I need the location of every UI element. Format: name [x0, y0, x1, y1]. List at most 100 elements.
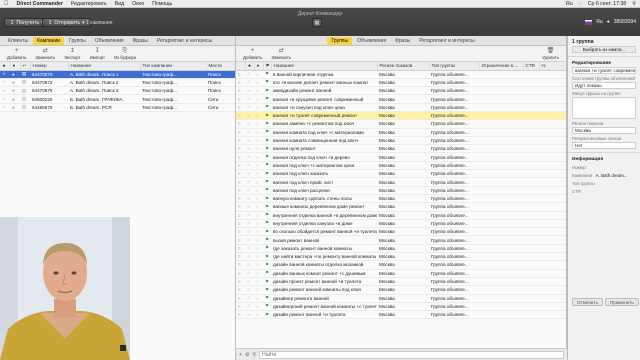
layout-toggle-button[interactable]: ▦ [312, 18, 322, 27]
icon-column-header[interactable]: ↵ [20, 62, 31, 71]
table-row[interactable]: ≡ ☆ ○ ⚑ дизайн ванной комнаты отделка мозаик… [236, 260, 566, 270]
table-row[interactable]: ≡ ☆ ○ ⚑ где найти мастера +по ремонту ванной… [236, 252, 566, 262]
table-row[interactable]: ≡ ☆ ○ ⚑ ванная комната под ключ +с материала… [236, 128, 566, 137]
tab-ads-center[interactable]: Объявления [353, 37, 390, 45]
menu-window[interactable]: Окно [132, 1, 144, 7]
table-row[interactable]: ≡ ☆ ○ ⚑ ванная +и санузел под ключ цена Москв… [236, 103, 566, 113]
table-row[interactable]: ≡ ☆ ○ ⚑ ванная под ключ расценки Москва Группа… [236, 186, 566, 195]
table-row[interactable]: ≡ ☆ ○ ⚑ внутренняя отделка санузла +в доме Мо… [236, 219, 566, 229]
table-row[interactable]: ≡ ☆ ○ ⚑ ванную комнату сделать стены полы Мос… [236, 194, 566, 204]
table-row[interactable]: ≡ ☆ ○ ⚑ вызов ремонт ванной Москва Группа объя… [236, 235, 566, 245]
table-row[interactable]: ≡ ☆ ○ ⚑ дизайн проект ремонт ванной +и туале… [236, 277, 566, 287]
table-row[interactable]: ≡ ☆ ○ ⚑ кто +в москве делает ремонт ванных к… [236, 78, 566, 88]
table-row[interactable]: ≡ ☆ ○ ⚑ ванная +в хрущевке ремонт современны… [236, 94, 566, 104]
wifi-icon[interactable]: ◌ [579, 1, 582, 7]
status-dot-icon: ○ [254, 269, 263, 278]
table-row[interactable]: ≡ ☆ ○ ⚑ ванная замена +с ремонтом под ключ Мо… [236, 119, 566, 129]
send-button[interactable]: ↥ Отправить ▾ [42, 18, 91, 27]
column-header-group-type[interactable]: Тип группы [429, 62, 480, 71]
table-row[interactable]: ≡ ☆ ○ ⚑ дизайнерский ремонт ванной комнаты +… [236, 302, 566, 312]
lang-indicator[interactable]: Ru [566, 1, 573, 7]
table-row[interactable]: ≡ ☆ ○ ⚑ дизайн ванных комнат ремонт +с душев… [236, 269, 566, 278]
tab-groups-center[interactable]: Группы [327, 37, 353, 45]
replace-button[interactable]: ⇄ Заменить [32, 48, 58, 60]
tab-campaigns[interactable]: Кампании [33, 37, 65, 45]
app-name-menu[interactable]: Direct Commander [17, 1, 63, 7]
tab-groups[interactable]: Группы [65, 37, 90, 45]
add-button[interactable]: + Добавить [4, 48, 29, 60]
table-row[interactable]: ≡ ☆ ○ ⚑ дизайн ремонт ванной комнаты под клю… [236, 285, 566, 295]
table-row[interactable]: ☆ ● ▤ 64470870 A. Bath dream. Поиск 1 Текстов… [0, 70, 235, 79]
import-button[interactable]: ↧ Импорт [87, 48, 108, 60]
tab-ads[interactable]: Объявления [91, 37, 128, 45]
menu-edit[interactable]: Редактировать [71, 1, 107, 7]
apple-icon[interactable]:  [4, 1, 9, 7]
tab-clients[interactable]: Клиенты [4, 37, 32, 45]
apply-button[interactable]: Применить [605, 298, 639, 306]
column-header-place[interactable]: Места [206, 62, 235, 71]
table-row[interactable]: ☆ ● ▤ 64470872 A. Bath dream. Поиск 2 Текстов… [0, 78, 235, 88]
column-header-number[interactable]: Номер [30, 62, 69, 71]
tab-phrases[interactable]: Фразы [129, 37, 152, 45]
group-name-field[interactable]: ванная +и туалет современный [572, 67, 636, 74]
table-row[interactable]: ≡ ☆ ○ ⚑ ванная под ключ +с материалом цена Мо… [236, 161, 566, 171]
cancel-button[interactable]: Отменить [572, 298, 603, 306]
status-column-header[interactable]: ● [254, 62, 264, 71]
table-row[interactable]: ☆ ● ▤ 64485875 Б. Bath dream. РСЯ Текстово-гр… [0, 103, 235, 113]
add-small-icon[interactable]: + [239, 352, 242, 358]
flag-icon: ⚑ [263, 128, 271, 137]
column-header-type[interactable]: Тип кампании [140, 62, 207, 71]
table-row[interactable]: ☆ ● ▤ 64470876 A. Bath dream. Поиск 3 Текстов… [0, 86, 235, 96]
table-row[interactable]: ☆ ● ▤ 64500220 Б. Bath dream. ГРАФИКА Текстов… [0, 94, 235, 104]
minus-phrases-field[interactable] [572, 97, 636, 119]
status-column-header[interactable]: ● [10, 62, 21, 71]
table-row[interactable]: ≡ ☆ ○ ⚑ ванная отделка под ключ +в дерево Мос… [236, 152, 566, 162]
settings-icon[interactable]: ⚙ [245, 352, 249, 358]
table-row[interactable]: ≡ ☆ ○ ⚑ где заказать ремонт ванной комнаты Мо… [236, 244, 566, 254]
search-input[interactable] [259, 350, 564, 359]
menu-view[interactable]: Вид [115, 1, 124, 7]
select-from-campaign-button[interactable]: Выбрать из кампа... [572, 46, 636, 53]
table-row[interactable]: ≡ ☆ ○ ⚑ внутренняя отделка ванной +в деревян… [236, 211, 566, 220]
table-row[interactable]: ≡ ☆ ○ ⚑ ванная нуля ремонт Москва Группа объяв… [236, 144, 566, 154]
column-header-group-name[interactable]: Название [271, 62, 378, 71]
tab-retargeting-center[interactable]: Ретаргетинг и интересы [415, 37, 478, 45]
tab-phrases-center[interactable]: Фразы [391, 37, 414, 45]
account-id[interactable]: 38683094 [614, 19, 636, 25]
state-field[interactable]: Идут показы [572, 82, 636, 89]
spotlight-icon[interactable]: ⚲ [632, 1, 636, 7]
flag-icon: ⚑ [263, 70, 271, 79]
column-header-limit[interactable]: Ограничение в ... [479, 62, 524, 71]
table-row[interactable]: ≡ ☆ ○ ⚑ дизайн ремонт ванной +и туалета Москв… [236, 310, 566, 320]
cell-place: Поиск [206, 70, 235, 79]
lang-label[interactable]: Ru [596, 19, 602, 25]
export-button[interactable]: ↥ Экспорт [61, 48, 84, 60]
flag-column-header[interactable]: ⚑ [263, 62, 272, 71]
from-buffer-button[interactable]: ⎘ Из буфера [111, 48, 139, 60]
table-row[interactable]: ≡ ☆ ○ ⚑ ванная под ключ прайс лист Москва Груп… [236, 177, 566, 187]
table-row[interactable]: ≡ ☆ ○ ⚑ дизайнер ремонта ванной Москва Группа … [236, 294, 566, 303]
table-row[interactable]: ≡ ☆ ○ ⚑ авиадизайн ремонт ванной Москва Группа… [236, 86, 566, 96]
index-column-header[interactable] [236, 62, 246, 71]
column-header-percent[interactable]: % [539, 62, 566, 71]
tab-retargeting[interactable]: Ретаргетинг и интересы [153, 37, 216, 45]
table-row[interactable]: ≡ ☆ ○ ⚑ ванная комната совмещенная под ключ М… [236, 136, 566, 146]
column-header-name[interactable]: Название [68, 62, 141, 71]
add-group-button[interactable]: + Добавить [240, 48, 265, 60]
clock[interactable]: Ср 6 сент. 17:38 [588, 1, 626, 7]
star-column-header[interactable]: ★ [0, 62, 11, 71]
menu-help[interactable]: Помощь [152, 1, 172, 7]
regions-field[interactable]: Москва [572, 127, 636, 134]
table-row[interactable]: ≡ ☆ ○ ⚑ во сколько обойдется ремонт ванной +… [236, 227, 566, 237]
column-header-region[interactable]: Регион показов [377, 62, 430, 71]
replace-group-button[interactable]: ⇄ Заменить [268, 48, 294, 60]
table-row[interactable]: ≡ ☆ ○ ⚑ ванная под ключ заказать Москва Группа… [236, 169, 566, 179]
table-row[interactable]: ≡ ☆ ○ ⚑ ванная +и туалет современный ремонт М… [236, 111, 566, 121]
star-column-header[interactable]: ★ [245, 62, 255, 71]
delete-button[interactable]: 🗑 Удалить [539, 48, 562, 60]
cell-name: дизайн ванных комнат ремонт +с душевым [271, 269, 377, 278]
table-row[interactable]: ≡ ☆ ○ ⚑ ванные комнаты деревянном доме ремон… [236, 202, 566, 212]
retarget-field[interactable]: Нет [572, 142, 636, 149]
column-header-ctr[interactable]: CTR [523, 62, 540, 71]
table-row[interactable]: ≡ ☆ ○ ⚑ в ванной кирпичная отделка Москва Груп… [236, 70, 566, 79]
